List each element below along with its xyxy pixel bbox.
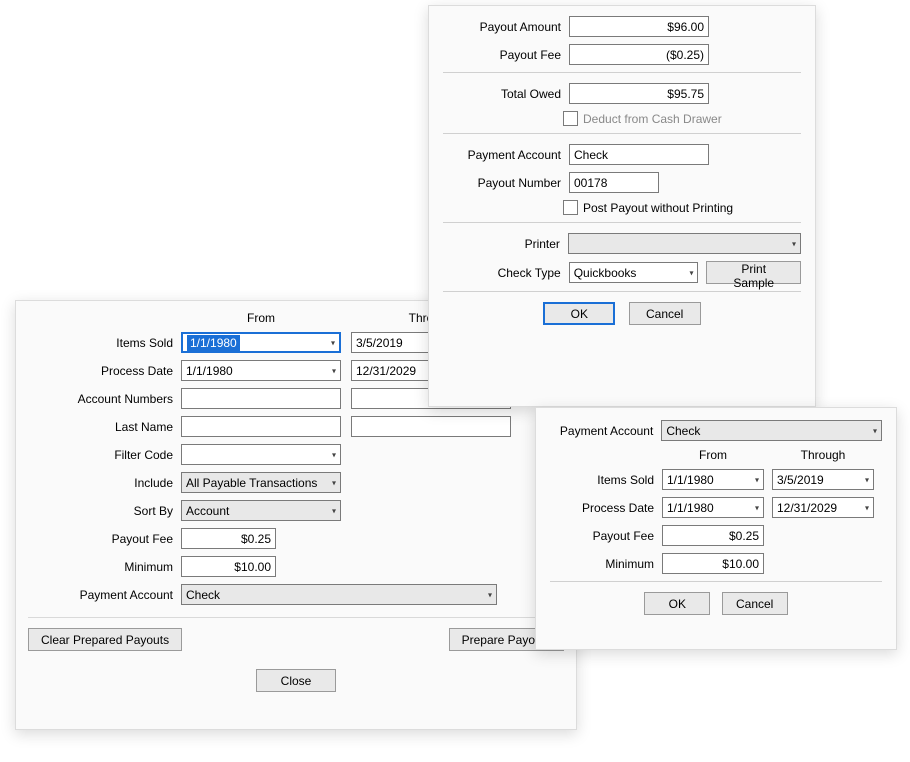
payment-account-b-label: Payment Account xyxy=(443,148,569,162)
payment-account-b-input[interactable] xyxy=(569,144,709,165)
divider xyxy=(443,72,801,73)
check-type-label: Check Type xyxy=(443,266,569,280)
payout-fee-input[interactable] xyxy=(181,528,276,549)
process-date-from-input[interactable]: 1/1/1980 ▾ xyxy=(181,360,341,381)
process-date-c-label: Process Date xyxy=(550,501,662,515)
filter-code-input[interactable]: ▾ xyxy=(181,444,341,465)
last-name-from-input[interactable] xyxy=(181,416,341,437)
include-row: Include All Payable Transactions ▾ xyxy=(28,472,564,493)
chevron-down-icon: ▾ xyxy=(873,426,877,435)
sort-by-label: Sort By xyxy=(28,504,181,518)
items-sold-from-input[interactable]: 1/1/1980 ▾ xyxy=(181,332,341,353)
include-label: Include xyxy=(28,476,181,490)
process-date-label: Process Date xyxy=(28,364,181,378)
chevron-down-icon: ▾ xyxy=(755,503,759,512)
post-without-printing-label: Post Payout without Printing xyxy=(583,201,733,215)
chevron-down-icon: ▾ xyxy=(755,475,759,484)
ok-button[interactable]: OK xyxy=(644,592,710,615)
divider xyxy=(443,291,801,292)
total-owed-label: Total Owed xyxy=(443,87,569,101)
post-without-printing-checkbox[interactable] xyxy=(563,200,578,215)
payout-amount-label: Payout Amount xyxy=(443,20,569,34)
printer-input[interactable]: ▾ xyxy=(568,233,801,254)
clear-prepared-payouts-button[interactable]: Clear Prepared Payouts xyxy=(28,628,182,651)
payout-fee-b-label: Payout Fee xyxy=(443,48,569,62)
from-header: From xyxy=(181,311,341,325)
ok-button[interactable]: OK xyxy=(543,302,615,325)
chevron-down-icon: ▾ xyxy=(332,506,336,515)
payout-fee-label: Payout Fee xyxy=(28,532,181,546)
payout-fee-c-label: Payout Fee xyxy=(550,529,662,543)
print-sample-button[interactable]: Print Sample xyxy=(706,261,801,284)
chevron-down-icon: ▾ xyxy=(689,268,693,277)
items-sold-through-c-input[interactable]: 3/5/2019 ▾ xyxy=(772,469,874,490)
footer-bar: Clear Prepared Payouts Prepare Payouts xyxy=(28,617,564,651)
chevron-down-icon: ▾ xyxy=(792,239,796,248)
payment-account-label: Payment Account xyxy=(28,588,181,602)
chevron-down-icon: ▾ xyxy=(865,475,869,484)
payout-filter-dialog: Payment Account Check ▾ From Through Ite… xyxy=(535,407,897,650)
last-name-through-input[interactable] xyxy=(351,416,511,437)
close-button[interactable]: Close xyxy=(256,669,336,692)
minimum-label: Minimum xyxy=(28,560,181,574)
include-input[interactable]: All Payable Transactions ▾ xyxy=(181,472,341,493)
divider xyxy=(443,133,801,134)
items-sold-label: Items Sold xyxy=(28,336,181,350)
filter-code-row: Filter Code ▾ xyxy=(28,444,564,465)
account-numbers-from-input[interactable] xyxy=(181,388,341,409)
sort-by-input[interactable]: Account ▾ xyxy=(181,500,341,521)
payment-account-row: Payment Account Check ▾ xyxy=(28,584,564,605)
items-sold-c-label: Items Sold xyxy=(550,473,662,487)
from-header: From xyxy=(662,448,764,462)
column-headers-row: From Through xyxy=(550,448,882,462)
chevron-down-icon: ▾ xyxy=(332,366,336,375)
last-name-label: Last Name xyxy=(28,420,181,434)
minimum-c-input[interactable] xyxy=(662,553,764,574)
payout-number-input[interactable] xyxy=(569,172,659,193)
process-date-through-c-input[interactable]: 12/31/2029 ▾ xyxy=(772,497,874,518)
minimum-input[interactable] xyxy=(181,556,276,577)
chevron-down-icon: ▾ xyxy=(331,338,335,347)
cancel-button[interactable]: Cancel xyxy=(722,592,788,615)
minimum-c-label: Minimum xyxy=(550,557,662,571)
payment-account-c-input[interactable]: Check ▾ xyxy=(661,420,882,441)
payout-detail-dialog: Payout Amount Payout Fee Total Owed Dedu… xyxy=(428,5,816,407)
deduct-cash-drawer-checkbox[interactable] xyxy=(563,111,578,126)
payout-fee-row: Payout Fee xyxy=(28,528,564,549)
items-sold-from-c-input[interactable]: 1/1/1980 ▾ xyxy=(662,469,764,490)
deduct-cash-drawer-label: Deduct from Cash Drawer xyxy=(583,112,722,126)
chevron-down-icon: ▾ xyxy=(332,450,336,459)
payout-amount-input[interactable] xyxy=(569,16,709,37)
payout-fee-b-input[interactable] xyxy=(569,44,709,65)
printer-label: Printer xyxy=(443,237,568,251)
sort-by-row: Sort By Account ▾ xyxy=(28,500,564,521)
process-date-from-c-input[interactable]: 1/1/1980 ▾ xyxy=(662,497,764,518)
divider xyxy=(443,222,801,223)
chevron-down-icon: ▾ xyxy=(865,503,869,512)
last-name-row: Last Name xyxy=(28,416,564,437)
account-numbers-label: Account Numbers xyxy=(28,392,181,406)
chevron-down-icon: ▾ xyxy=(488,590,492,599)
chevron-down-icon: ▾ xyxy=(332,478,336,487)
cancel-button[interactable]: Cancel xyxy=(629,302,701,325)
filter-code-label: Filter Code xyxy=(28,448,181,462)
divider xyxy=(550,581,882,582)
payment-account-c-label: Payment Account xyxy=(550,424,661,438)
minimum-row: Minimum xyxy=(28,556,564,577)
payout-number-label: Payout Number xyxy=(443,176,569,190)
payment-account-input[interactable]: Check ▾ xyxy=(181,584,497,605)
check-type-input[interactable]: Quickbooks ▾ xyxy=(569,262,699,283)
payout-fee-c-input[interactable] xyxy=(662,525,764,546)
total-owed-input[interactable] xyxy=(569,83,709,104)
through-header: Through xyxy=(772,448,874,462)
